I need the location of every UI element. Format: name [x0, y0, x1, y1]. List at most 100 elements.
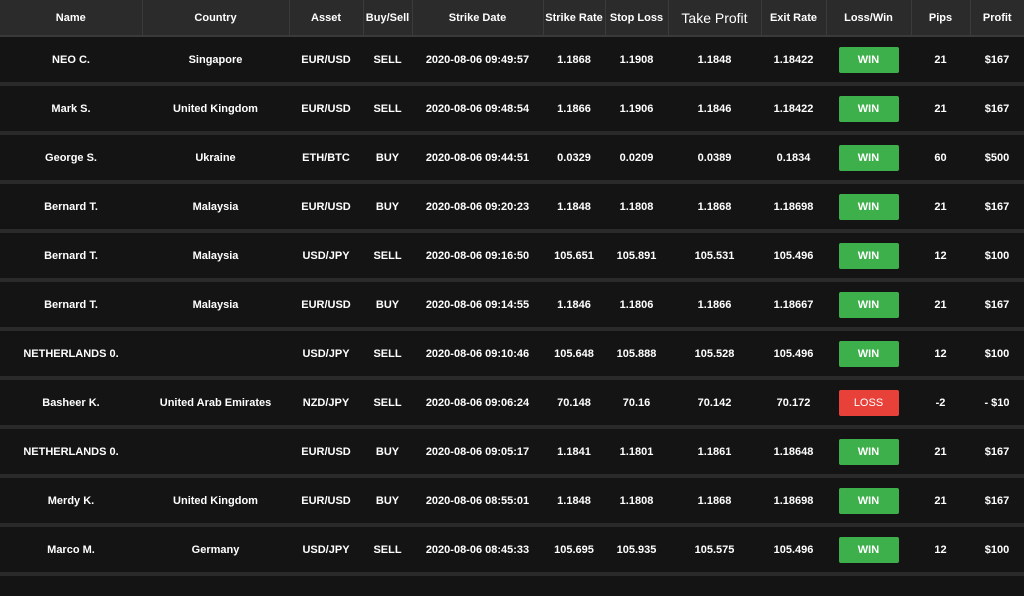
header-profit[interactable]: Profit: [970, 0, 1024, 37]
cell-country: Singapore: [142, 35, 289, 86]
table-row: Basheer K. United Arab Emirates NZD/JPY SEL…: [0, 378, 1024, 429]
cell-buy-sell: SELL: [363, 35, 412, 86]
cell-strike-rate: 1.1848: [543, 182, 605, 233]
cell-asset: EUR/USD: [289, 182, 363, 233]
cell-loss-win: WIN: [826, 84, 911, 135]
cell-stop-loss: 105.935: [605, 525, 668, 576]
cell-buy-sell: BUY: [363, 182, 412, 233]
cell-exit-rate: 105.496: [761, 231, 826, 282]
cell-take-profit: 105.575: [668, 525, 761, 576]
cell-name: Mark S.: [0, 84, 142, 135]
cell-strike-date: 2020-08-06 09:06:24: [412, 378, 543, 429]
cell-asset: USD/JPY: [289, 231, 363, 282]
cell-name: Bernard T.: [0, 231, 142, 282]
cell-strike-date: 2020-08-06 09:44:51: [412, 133, 543, 184]
cell-strike-date: 2020-08-06 09:49:57: [412, 35, 543, 86]
cell-buy-sell: BUY: [363, 476, 412, 527]
cell-buy-sell: BUY: [363, 280, 412, 331]
cell-pips: 12: [911, 525, 970, 576]
cell-buy-sell: SELL: [363, 231, 412, 282]
cell-asset: EUR/USD: [289, 476, 363, 527]
header-stop-loss[interactable]: Stop Loss: [605, 0, 669, 37]
cell-asset: NZD/JPY: [289, 378, 363, 429]
cell-pips: -2: [911, 378, 970, 429]
win-badge: WIN: [838, 340, 899, 367]
cell-loss-win: WIN: [826, 329, 911, 380]
cell-strike-date: 2020-08-06 09:48:54: [412, 84, 543, 135]
cell-pips: 21: [911, 280, 970, 331]
loss-badge: LOSS: [838, 389, 899, 416]
cell-strike-date: 2020-08-06 08:55:01: [412, 476, 543, 527]
cell-exit-rate: 1.18422: [761, 84, 826, 135]
cell-stop-loss: 105.888: [605, 329, 668, 380]
header-asset[interactable]: Asset: [289, 0, 364, 37]
header-pips[interactable]: Pips: [911, 0, 971, 37]
cell-profit: $167: [970, 35, 1024, 86]
header-name[interactable]: Name: [0, 0, 143, 37]
cell-take-profit: 1.1861: [668, 427, 761, 478]
cell-country: United Kingdom: [142, 84, 289, 135]
cell-take-profit: 1.1868: [668, 476, 761, 527]
cell-buy-sell: SELL: [363, 84, 412, 135]
cell-exit-rate: 105.496: [761, 329, 826, 380]
header-buy-sell[interactable]: Buy/Sell: [363, 0, 413, 37]
cell-name: NETHERLANDS 0.: [0, 329, 142, 380]
cell-exit-rate: 105.496: [761, 525, 826, 576]
cell-name: NETHERLANDS 0.: [0, 427, 142, 478]
trades-rows: Theresa L.South AfricaEUR/USDSELL2020-08…: [0, 0, 1024, 576]
cell-exit-rate: 1.18698: [761, 182, 826, 233]
cell-stop-loss: 70.16: [605, 378, 668, 429]
header-row: Name Country Asset Buy/Sell Strike Date …: [0, 0, 1024, 37]
cell-take-profit: 105.531: [668, 231, 761, 282]
header-loss-win[interactable]: Loss/Win: [826, 0, 912, 37]
cell-profit: $500: [970, 133, 1024, 184]
cell-exit-rate: 70.172: [761, 378, 826, 429]
table-row: Bernard T. Malaysia EUR/USD BUY 2020-08-06 0…: [0, 280, 1024, 331]
cell-exit-rate: 1.18698: [761, 476, 826, 527]
cell-take-profit: 1.1848: [668, 35, 761, 86]
cell-profit: $100: [970, 231, 1024, 282]
table-row: Merdy K. United Kingdom EUR/USD BUY 2020-08-…: [0, 476, 1024, 527]
table-row: Bernard T. Malaysia USD/JPY SELL 2020-08-06 …: [0, 231, 1024, 282]
cell-name: Bernard T.: [0, 280, 142, 331]
win-badge: WIN: [838, 438, 899, 465]
cell-exit-rate: 1.18667: [761, 280, 826, 331]
cell-strike-date: 2020-08-06 09:10:46: [412, 329, 543, 380]
cell-name: George S.: [0, 133, 142, 184]
cell-country: United Kingdom: [142, 476, 289, 527]
table-row: NEO C. Singapore EUR/USD SELL 2020-08-06 09:…: [0, 35, 1024, 86]
cell-profit: $167: [970, 427, 1024, 478]
cell-country: Malaysia: [142, 182, 289, 233]
cell-country: Ukraine: [142, 133, 289, 184]
cell-loss-win: WIN: [826, 133, 911, 184]
cell-pips: 12: [911, 231, 970, 282]
cell-stop-loss: 1.1801: [605, 427, 668, 478]
cell-country: Malaysia: [142, 231, 289, 282]
cell-profit: $100: [970, 329, 1024, 380]
header-country[interactable]: Country: [142, 0, 290, 37]
cell-profit: $167: [970, 84, 1024, 135]
cell-buy-sell: BUY: [363, 427, 412, 478]
cell-loss-win: WIN: [826, 427, 911, 478]
win-badge: WIN: [838, 291, 899, 318]
header-exit-rate[interactable]: Exit Rate: [761, 0, 827, 37]
cell-stop-loss: 1.1906: [605, 84, 668, 135]
cell-take-profit: 1.1868: [668, 182, 761, 233]
win-badge: WIN: [838, 144, 899, 171]
cell-strike-date: 2020-08-06 08:45:33: [412, 525, 543, 576]
cell-strike-rate: 1.1868: [543, 35, 605, 86]
cell-loss-win: WIN: [826, 476, 911, 527]
cell-strike-rate: 1.1866: [543, 84, 605, 135]
cell-name: NEO C.: [0, 35, 142, 86]
header-strike-rate[interactable]: Strike Rate: [543, 0, 606, 37]
header-take-profit[interactable]: Take Profit: [668, 0, 762, 37]
cell-stop-loss: 0.0209: [605, 133, 668, 184]
cell-strike-rate: 1.1846: [543, 280, 605, 331]
cell-loss-win: WIN: [826, 182, 911, 233]
cell-profit: $167: [970, 182, 1024, 233]
cell-take-profit: 0.0389: [668, 133, 761, 184]
cell-country: Germany: [142, 525, 289, 576]
cell-strike-date: 2020-08-06 09:16:50: [412, 231, 543, 282]
header-strike-date[interactable]: Strike Date: [412, 0, 544, 37]
cell-asset: ETH/BTC: [289, 133, 363, 184]
